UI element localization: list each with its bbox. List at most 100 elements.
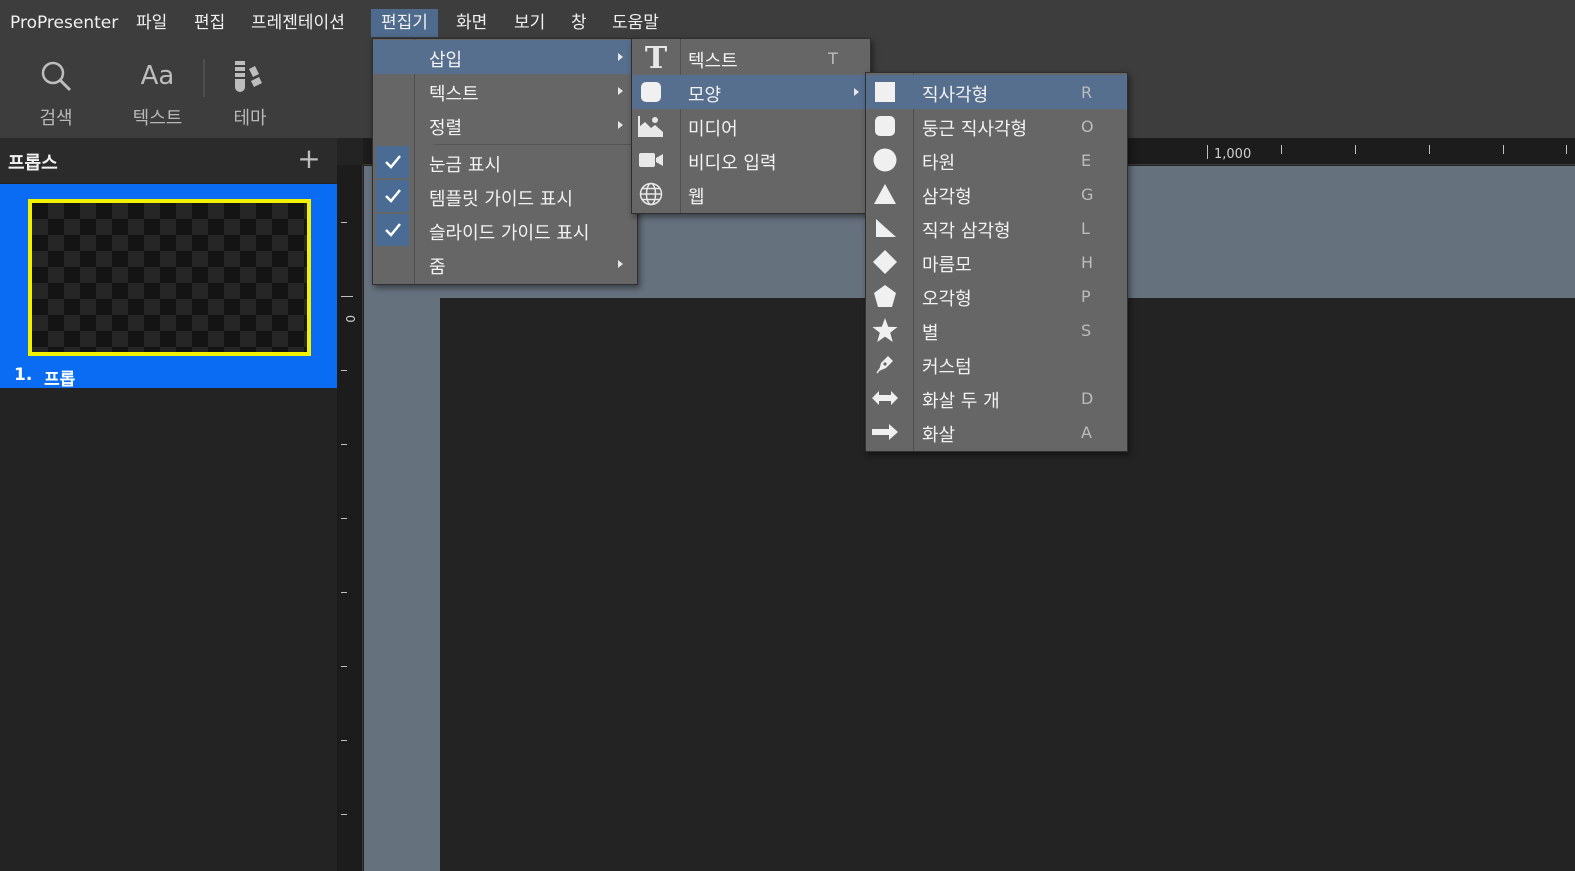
menu-item-ellipse[interactable]: 타원 E — [866, 143, 1127, 177]
menu-item-double-arrow[interactable]: 화살 두 개 D — [866, 381, 1127, 415]
shortcut-A: A — [1081, 423, 1092, 442]
menu-item-right-triangle-label: 직각 삼각형 — [922, 221, 1011, 242]
text-aa-icon: Aa — [140, 61, 175, 91]
shortcut-L: L — [1081, 219, 1090, 238]
shortcut-H: H — [1081, 253, 1094, 272]
menu-item-rounded-rectangle-label: 둥근 직사각형 — [922, 119, 1028, 140]
editor-dropdown-menu: 삽입 텍스트 정렬 눈금 표시 템플릿 가이드 표시 슬라이드 가이드 표시 줌 — [372, 38, 638, 285]
menu-item-triangle-label: 삼각형 — [922, 187, 972, 208]
menu-item-shape-label: 모양 — [688, 85, 722, 106]
menu-item-arrow[interactable]: 화살 A — [866, 415, 1127, 449]
menu-item-text[interactable]: 텍스트 — [373, 74, 637, 108]
menu-item-star[interactable]: 별 S — [866, 313, 1127, 347]
menu-item-show-template-guides-label: 템플릿 가이드 표시 — [429, 189, 573, 210]
menu-item-show-slide-guides-label: 슬라이드 가이드 표시 — [429, 223, 590, 244]
menu-app[interactable]: ProPresenter — [3, 9, 125, 37]
props-header: 프롭스 + — [0, 138, 337, 183]
right-triangle-icon — [873, 217, 897, 239]
menu-item-align-label: 정렬 — [429, 118, 463, 139]
prop-item-number: 1. — [14, 365, 33, 385]
menu-item-triangle[interactable]: 삼각형 G — [866, 177, 1127, 211]
rectangle-icon — [873, 80, 897, 104]
submenu-arrow-icon — [854, 88, 859, 96]
double-arrow-icon — [872, 388, 898, 408]
menu-item-show-grid[interactable]: 눈금 표시 — [373, 145, 637, 179]
checkmark-icon — [376, 214, 409, 246]
menu-item-pentagon-label: 오각형 — [922, 289, 972, 310]
theme-label: 테마 — [233, 108, 267, 129]
menu-item-zoom[interactable]: 줌 — [373, 247, 637, 281]
shortcut-S: S — [1081, 321, 1092, 340]
menu-item-ellipse-label: 타원 — [922, 153, 956, 174]
pen-icon — [873, 353, 897, 375]
menu-item-media-label: 미디어 — [688, 119, 738, 140]
shortcut-D: D — [1081, 389, 1094, 408]
menu-item-custom[interactable]: 커스텀 — [866, 347, 1127, 381]
star-icon — [872, 317, 898, 343]
menu-window[interactable]: 창 — [564, 9, 594, 37]
search-button[interactable]: 검색 — [20, 45, 92, 138]
menu-presentation[interactable]: 프레젠테이션 — [244, 9, 352, 37]
menu-item-shape[interactable]: 모양 — [632, 75, 870, 109]
shortcut-E: E — [1081, 151, 1092, 170]
video-camera-icon — [637, 150, 665, 170]
submenu-arrow-icon — [618, 53, 623, 61]
menu-item-insert-text-label: 텍스트 — [688, 51, 738, 72]
menu-item-insert-label: 삽입 — [429, 50, 463, 71]
text-label: 텍스트 — [132, 108, 183, 129]
add-prop-button[interactable]: + — [296, 144, 322, 174]
menu-item-web[interactable]: 웹 — [632, 177, 870, 211]
menu-item-right-triangle[interactable]: 직각 삼각형 L — [866, 211, 1127, 245]
menu-item-show-grid-label: 눈금 표시 — [429, 155, 501, 176]
menu-item-zoom-label: 줌 — [429, 257, 446, 278]
menu-editor[interactable]: 편집기 — [371, 9, 438, 37]
triangle-icon — [873, 182, 897, 206]
menu-item-rounded-rectangle[interactable]: 둥근 직사각형 O — [866, 109, 1127, 143]
menu-item-media[interactable]: 미디어 — [632, 109, 870, 143]
prop-thumbnail[interactable] — [28, 199, 311, 356]
checkmark-icon — [376, 180, 409, 212]
shortcut-G: G — [1081, 185, 1094, 204]
ruler-label-1000: 1,000 — [1214, 147, 1252, 162]
vertical-ruler: 0 — [337, 165, 363, 871]
menu-edit[interactable]: 편집 — [187, 9, 232, 37]
menu-view[interactable]: 보기 — [507, 9, 552, 37]
text-button[interactable]: Aa 텍스트 — [120, 45, 195, 138]
search-label: 검색 — [39, 108, 73, 129]
menu-screen[interactable]: 화면 — [449, 9, 494, 37]
diamond-icon — [872, 249, 898, 275]
menu-item-diamond-label: 마름모 — [922, 255, 972, 276]
shortcut-T: T — [828, 49, 838, 68]
arrow-icon — [872, 422, 898, 442]
menu-item-diamond[interactable]: 마름모 H — [866, 245, 1127, 279]
submenu-arrow-icon — [618, 87, 623, 95]
shape-icon — [639, 80, 663, 104]
menu-item-show-template-guides[interactable]: 템플릿 가이드 표시 — [373, 179, 637, 213]
submenu-arrow-icon — [618, 121, 623, 129]
ellipse-icon — [872, 147, 898, 173]
menu-item-insert-text[interactable]: T 텍스트 T — [632, 41, 870, 76]
menu-item-insert[interactable]: 삽입 — [373, 40, 637, 74]
menu-help[interactable]: 도움말 — [605, 9, 666, 37]
menu-item-show-slide-guides[interactable]: 슬라이드 가이드 표시 — [373, 213, 637, 247]
prop-item[interactable]: 1. 프롭 — [0, 184, 337, 390]
menu-item-rectangle[interactable]: 직사각형 R — [866, 75, 1127, 109]
menu-item-align[interactable]: 정렬 — [373, 108, 637, 142]
submenu-arrow-icon — [618, 260, 623, 268]
menu-item-rectangle-label: 직사각형 — [922, 85, 989, 106]
ruler-label-0: 0 — [343, 315, 357, 323]
menu-item-text-label: 텍스트 — [429, 84, 479, 105]
menu-item-pentagon[interactable]: 오각형 P — [866, 279, 1127, 313]
shape-submenu: 직사각형 R 둥근 직사각형 O 타원 E 삼각형 G 직각 삼각형 L 마름모… — [865, 72, 1128, 452]
menu-file[interactable]: 파일 — [129, 9, 174, 37]
menu-item-video-input[interactable]: 비디오 입력 — [632, 143, 870, 177]
media-icon — [637, 113, 665, 139]
menu-item-double-arrow-label: 화살 두 개 — [922, 391, 1000, 412]
theme-button[interactable]: 테마 — [215, 45, 285, 138]
shortcut-P: P — [1081, 287, 1091, 306]
shortcut-O: O — [1081, 117, 1094, 136]
props-title: 프롭스 — [8, 153, 58, 174]
toolbar-divider — [203, 59, 205, 97]
props-panel: 프롭스 + 1. 프롭 — [0, 138, 337, 871]
menu-item-web-label: 웹 — [688, 187, 705, 208]
